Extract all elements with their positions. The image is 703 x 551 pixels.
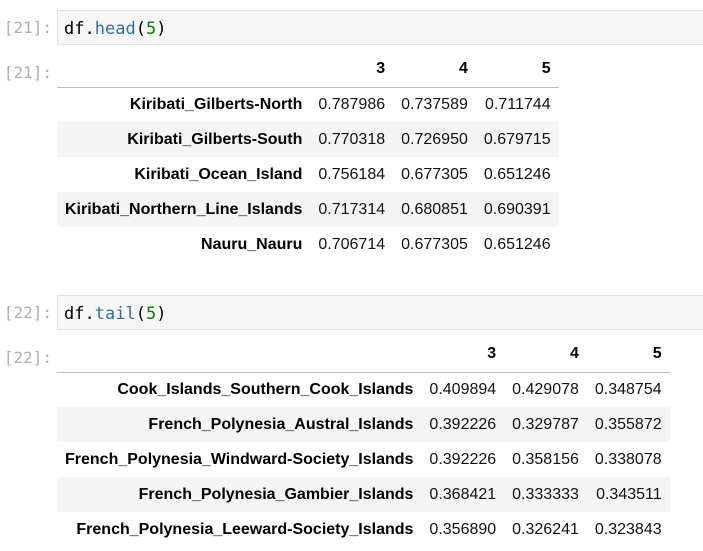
table-cell: 0.343511	[596, 485, 662, 503]
table-cell: 0.711744	[485, 95, 551, 113]
table-cell: 0.680851	[401, 200, 468, 218]
input-prompt-22: [22]:	[3, 303, 52, 322]
table-cell: 0.787986	[318, 95, 386, 113]
row-index: Nauru_Nauru	[201, 235, 303, 253]
row-index: French_Polynesia_Leeward-Society_Islands	[76, 520, 414, 538]
table-cell: 0.717314	[318, 200, 386, 218]
code-dot: .	[84, 19, 95, 39]
table-cell: 0.677305	[401, 235, 468, 253]
code-argument: 5	[145, 19, 157, 39]
table-cell: 0.726950	[401, 130, 468, 148]
table-row: Kiribati_Northern_Line_Islands 0.717314 …	[57, 192, 559, 227]
code-paren-close: )	[156, 304, 167, 324]
table-cell: 0.770318	[318, 130, 386, 148]
table-cell: 0.333333	[512, 485, 579, 503]
code-method: head	[94, 19, 136, 39]
table-row: Kiribati_Ocean_Island 0.756184 0.677305 …	[57, 157, 559, 192]
table-row: French_Polynesia_Gambier_Islands 0.36842…	[57, 477, 670, 512]
code-dot: .	[84, 304, 95, 324]
table-cell: 0.679715	[483, 130, 551, 148]
row-index: French_Polynesia_Windward-Society_Island…	[65, 450, 414, 468]
table-cell: 0.677305	[401, 165, 468, 183]
column-header: 3	[310, 52, 394, 88]
table-row: Cook_Islands_Southern_Cook_Islands 0.409…	[57, 372, 670, 407]
column-header: 5	[586, 337, 670, 373]
table-cell: 0.392226	[429, 415, 497, 433]
table-cell: 0.651246	[483, 235, 551, 253]
table-cell: 0.651246	[483, 165, 551, 183]
output-prompt-22: [22]:	[3, 348, 52, 367]
row-index: Kiribati_Ocean_Island	[134, 165, 303, 183]
row-index: Kiribati_Gilberts-South	[127, 130, 303, 148]
table-row: Nauru_Nauru 0.706714 0.677305 0.651246	[57, 227, 559, 262]
code-paren-close: )	[156, 19, 167, 39]
dataframe-tail-table: 3 4 5 Cook_Islands_Southern_Cook_Islands…	[57, 337, 670, 547]
header-row: 3 4 5	[57, 52, 559, 88]
code-object: df	[64, 304, 85, 324]
input-prompt-21: [21]:	[3, 18, 52, 37]
table-cell: 0.348754	[594, 380, 662, 398]
table-cell: 0.356890	[429, 520, 497, 538]
table-cell: 0.329787	[512, 415, 579, 433]
row-index: Kiribati_Northern_Line_Islands	[65, 200, 303, 218]
code-input-21[interactable]: df.head(5)	[57, 10, 703, 45]
table-cell: 0.429078	[512, 380, 579, 398]
code-text: df.tail(5)	[64, 304, 166, 324]
row-index: French_Polynesia_Austral_Islands	[148, 415, 414, 433]
table-cell: 0.368421	[429, 485, 497, 503]
table-row: French_Polynesia_Leeward-Society_Islands…	[57, 512, 670, 547]
table-cell: 0.392226	[429, 450, 497, 468]
column-header: 4	[504, 337, 587, 373]
header-row: 3 4 5	[57, 337, 670, 373]
table-cell: 0.326241	[512, 520, 579, 538]
code-method: tail	[94, 304, 136, 324]
row-index: French_Polynesia_Gambier_Islands	[138, 485, 414, 503]
code-paren-open: (	[135, 19, 146, 39]
table-cell: 0.690391	[483, 200, 551, 218]
code-argument: 5	[145, 304, 157, 324]
table-row: French_Polynesia_Austral_Islands 0.39222…	[57, 407, 670, 442]
table-row: Kiribati_Gilberts-South 0.770318 0.72695…	[57, 122, 559, 157]
table-cell: 0.756184	[318, 165, 386, 183]
column-header: 4	[393, 52, 476, 88]
table-cell: 0.338078	[594, 450, 662, 468]
column-header: 3	[421, 337, 505, 373]
table-cell: 0.358156	[512, 450, 579, 468]
column-header: 5	[475, 52, 559, 88]
index-header	[57, 337, 422, 373]
row-index: Kiribati_Gilberts-North	[129, 95, 303, 113]
code-text: df.head(5)	[64, 19, 166, 39]
row-index: Cook_Islands_Southern_Cook_Islands	[117, 380, 414, 398]
index-header	[57, 52, 311, 88]
table-row: Kiribati_Gilberts-North 0.787986 0.73758…	[57, 87, 559, 122]
table-cell: 0.409894	[429, 380, 497, 398]
code-object: df	[64, 19, 85, 39]
code-paren-open: (	[135, 304, 146, 324]
dataframe-head-table: 3 4 5 Kiribati_Gilberts-North 0.787986 0…	[57, 52, 559, 262]
table-row: French_Polynesia_Windward-Society_Island…	[57, 442, 670, 477]
table-cell: 0.706714	[318, 235, 386, 253]
code-input-22[interactable]: df.tail(5)	[57, 295, 703, 330]
table-cell: 0.355872	[594, 415, 662, 433]
output-prompt-21: [21]:	[3, 63, 52, 82]
table-cell: 0.323843	[594, 520, 662, 538]
table-cell: 0.737589	[401, 95, 468, 113]
